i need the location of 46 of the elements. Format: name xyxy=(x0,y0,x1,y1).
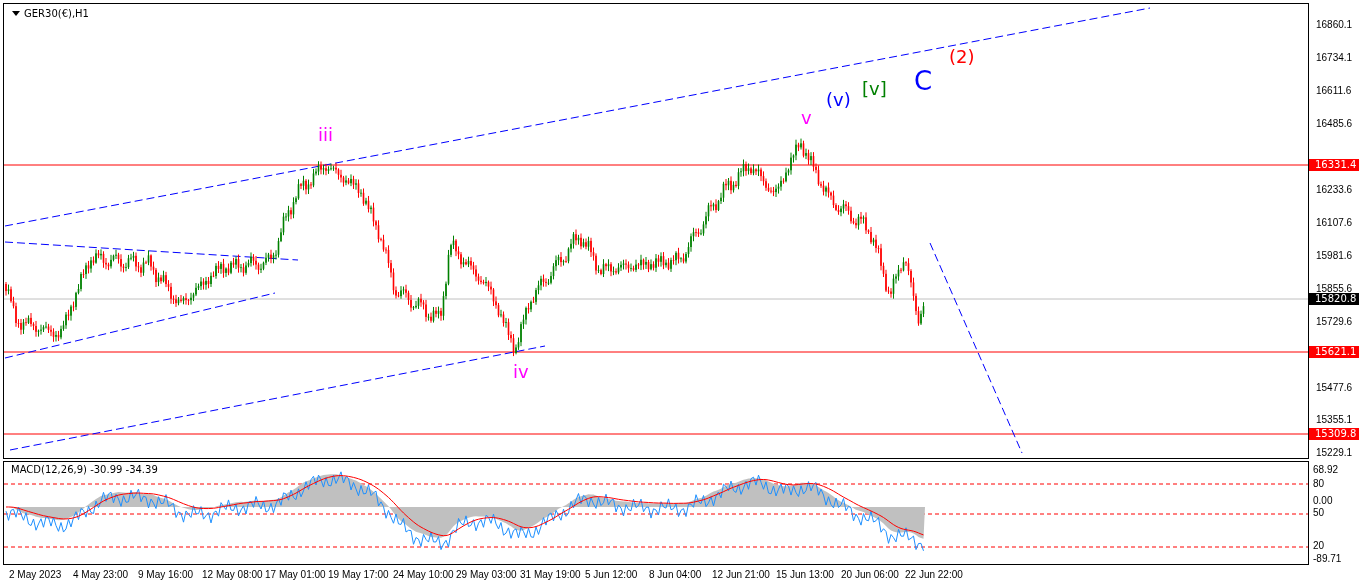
chart-symbol-title: GER30(€),H1 xyxy=(24,8,89,19)
macd-axis-label: 50 xyxy=(1313,508,1325,518)
price-level-tag: 16331.4 xyxy=(1309,159,1359,171)
macd-axis-label: -89.71 xyxy=(1313,554,1342,564)
price-level-tag: 15621.1 xyxy=(1309,346,1359,358)
time-axis-label: 9 May 16:00 xyxy=(138,569,194,580)
price-axis-label: 16107.6 xyxy=(1316,218,1353,228)
wave-label: [v] xyxy=(862,80,887,98)
time-axis-label: 24 May 10:00 xyxy=(393,569,454,580)
price-level-tag: 15820.8 xyxy=(1309,293,1359,305)
wave-label: (2) xyxy=(949,48,975,66)
macd-axis-label: 68.92 xyxy=(1313,465,1339,475)
price-axis-label: 15855.6 xyxy=(1316,284,1353,294)
macd-axis-label: 0.00 xyxy=(1313,496,1333,506)
time-axis-label: 8 Jun 04:00 xyxy=(649,569,702,580)
time-axis-label: 17 May 01:00 xyxy=(265,569,326,580)
wave-label: C xyxy=(914,68,933,94)
price-axis-label: 15229.1 xyxy=(1316,448,1353,458)
price-axis-label: 16233.6 xyxy=(1316,185,1353,195)
wave-label: iii xyxy=(318,126,333,144)
time-axis-label: 22 Jun 22:00 xyxy=(905,569,963,580)
time-axis-label: 5 Jun 12:00 xyxy=(585,569,638,580)
time-axis-label: 19 May 17:00 xyxy=(328,569,389,580)
time-axis-label: 20 Jun 06:00 xyxy=(841,569,899,580)
macd-indicator-title: MACD(12,26,9) -30.99 -34.39 xyxy=(11,464,158,475)
time-axis-label: 12 Jun 21:00 xyxy=(712,569,770,580)
price-axis-label: 16611.6 xyxy=(1316,86,1352,96)
wave-label: iv xyxy=(513,363,529,381)
time-axis-label: 12 May 08:00 xyxy=(202,569,263,580)
price-axis-label: 15477.6 xyxy=(1316,383,1353,393)
time-axis-label: 4 May 23:00 xyxy=(73,569,129,580)
price-axis-label: 15355.1 xyxy=(1316,415,1353,425)
price-axis-label: 16734.1 xyxy=(1316,53,1353,63)
price-axis-label: 15729.6 xyxy=(1316,317,1353,327)
price-axis-label: 16485.6 xyxy=(1316,119,1353,129)
macd-axis-label: 20 xyxy=(1313,541,1325,551)
wave-label: (v) xyxy=(826,91,851,109)
time-axis-label: 2 May 2023 xyxy=(9,569,62,580)
time-axis-label: 29 May 03:00 xyxy=(456,569,517,580)
macd-axis-label: 80 xyxy=(1313,479,1325,489)
price-axis-label: 15981.6 xyxy=(1316,251,1353,261)
time-axis-label: 31 May 19:00 xyxy=(520,569,581,580)
time-axis-label: 15 Jun 13:00 xyxy=(776,569,834,580)
price-level-tag: 15309.8 xyxy=(1309,428,1359,440)
wave-label: v xyxy=(801,109,812,127)
price-axis-label: 16860.1 xyxy=(1316,20,1353,30)
